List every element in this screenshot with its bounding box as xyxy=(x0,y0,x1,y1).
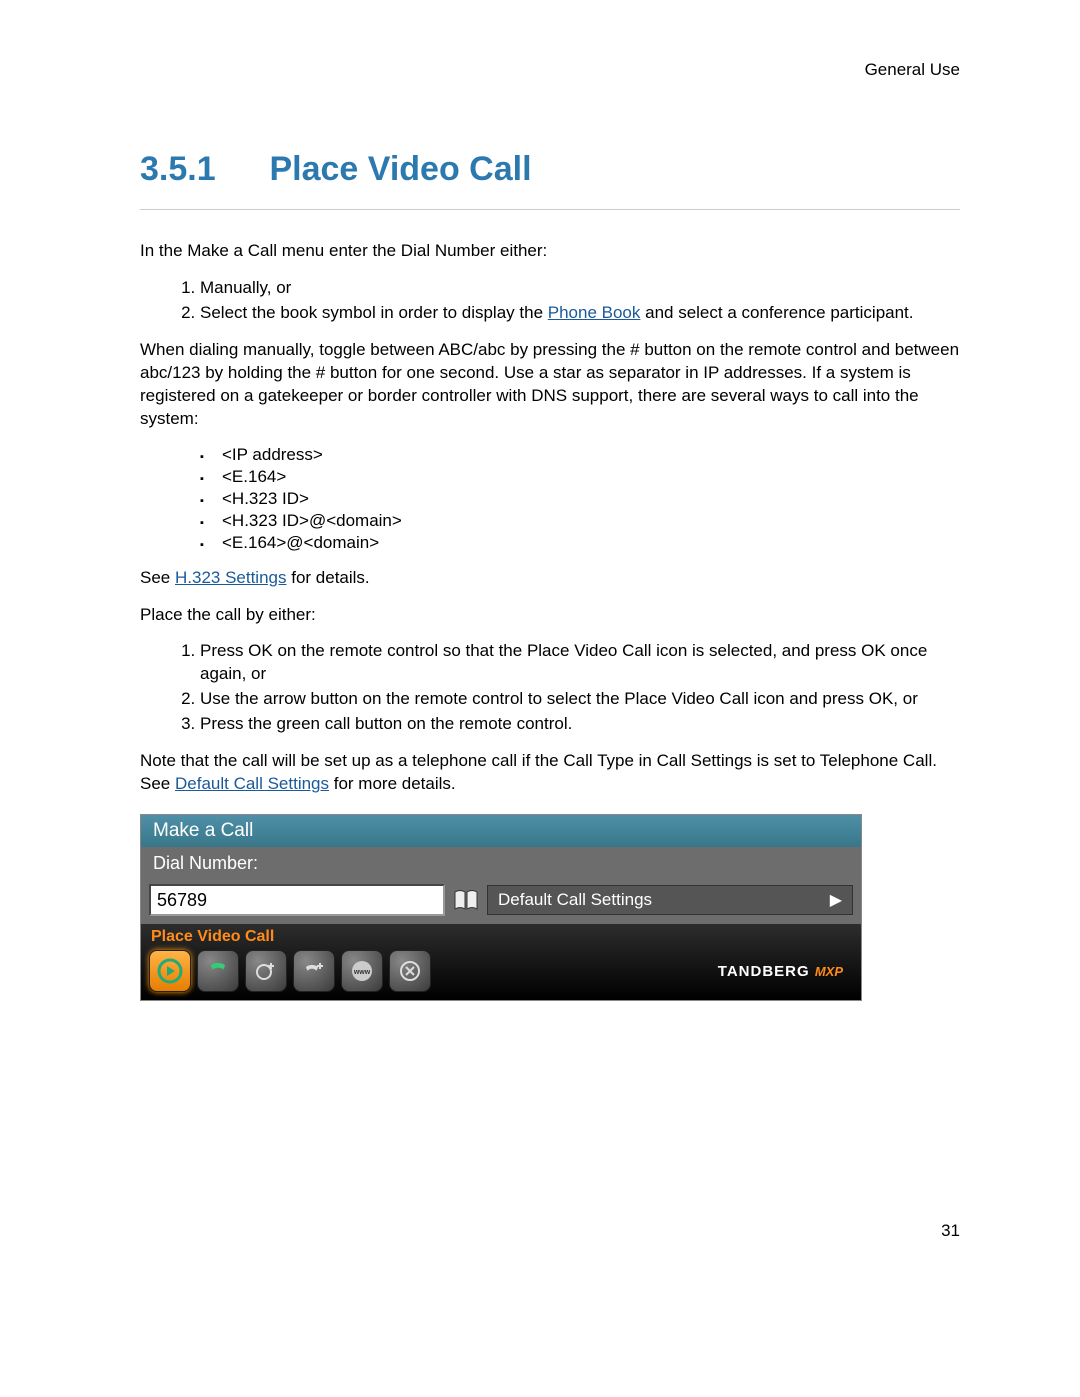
list-item: <H.323 ID>@<domain> xyxy=(200,511,960,531)
intro-list-item: Select the book symbol in order to displ… xyxy=(200,302,960,325)
make-a-call-panel: Make a Call Dial Number: 56789 Default C… xyxy=(140,814,862,1001)
dial-number-input[interactable]: 56789 xyxy=(149,884,445,916)
list-item: Press OK on the remote control so that t… xyxy=(200,640,960,686)
text-fragment: and select a conference participant. xyxy=(640,303,913,322)
list-item: Use the arrow button on the remote contr… xyxy=(200,688,960,711)
list-item: <IP address> xyxy=(200,445,960,465)
close-button[interactable] xyxy=(389,950,431,992)
brand-logo: TANDBERG MXP xyxy=(718,963,853,980)
brand-suffix: MXP xyxy=(815,964,843,979)
list-item: Press the green call button on the remot… xyxy=(200,713,960,736)
add-video-call-button[interactable] xyxy=(245,950,287,992)
page-header: General Use xyxy=(140,60,960,80)
note-paragraph: Note that the call will be set up as a t… xyxy=(140,750,960,796)
default-call-settings-link[interactable]: Default Call Settings xyxy=(175,774,329,793)
place-intro: Place the call by either: xyxy=(140,604,960,627)
intro-list: Manually, or Select the book symbol in o… xyxy=(180,277,960,325)
brand-text: TANDBERG xyxy=(718,963,810,980)
list-item: <E.164>@<domain> xyxy=(200,533,960,553)
phone-book-icon[interactable] xyxy=(453,889,479,911)
intro-list-item: Manually, or xyxy=(200,277,960,300)
title-separator xyxy=(140,209,960,210)
add-telephone-call-button[interactable] xyxy=(293,950,335,992)
list-item: <E.164> xyxy=(200,467,960,487)
text-fragment: See xyxy=(140,568,175,587)
intro-paragraph: In the Make a Call menu enter the Dial N… xyxy=(140,240,960,263)
h323-settings-link[interactable]: H.323 Settings xyxy=(175,568,287,587)
streaming-button[interactable]: www xyxy=(341,950,383,992)
call-settings-label: Default Call Settings xyxy=(498,890,652,910)
section-number: 3.5.1 xyxy=(140,150,260,189)
panel-title: Make a Call xyxy=(141,815,861,847)
section-title: 3.5.1 Place Video Call xyxy=(140,150,960,189)
place-video-call-button[interactable] xyxy=(149,950,191,992)
dial-number-label: Dial Number: xyxy=(153,853,849,874)
text-fragment: Select the book symbol in order to displ… xyxy=(200,303,548,322)
call-settings-dropdown[interactable]: Default Call Settings ▶ xyxy=(487,885,853,915)
text-fragment: for more details. xyxy=(329,774,456,793)
list-item: <H.323 ID> xyxy=(200,489,960,509)
action-button-row: www TANDBERG MXP xyxy=(149,948,853,998)
phone-book-link[interactable]: Phone Book xyxy=(548,303,641,322)
see-line: See H.323 Settings for details. xyxy=(140,567,960,590)
text-fragment: for details. xyxy=(287,568,370,587)
chevron-right-icon: ▶ xyxy=(830,890,842,910)
place-telephone-call-button[interactable] xyxy=(197,950,239,992)
place-video-call-label: Place Video Call xyxy=(151,928,853,946)
section-title-text: Place Video Call xyxy=(269,150,531,188)
page-number: 31 xyxy=(140,1221,960,1241)
dialing-paragraph: When dialing manually, toggle between AB… xyxy=(140,339,960,431)
address-formats-list: <IP address> <E.164> <H.323 ID> <H.323 I… xyxy=(200,445,960,553)
svg-text:www: www xyxy=(353,969,371,976)
place-call-list: Press OK on the remote control so that t… xyxy=(180,640,960,736)
